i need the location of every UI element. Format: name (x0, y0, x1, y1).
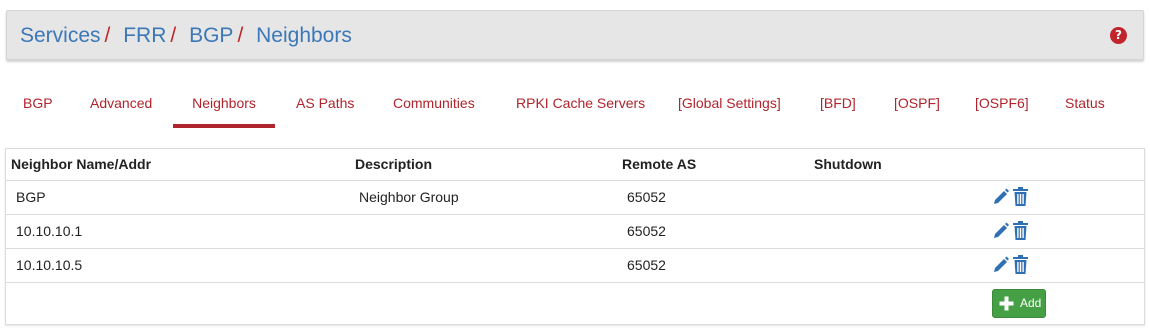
breadcrumb-separator: / (104, 24, 111, 47)
tab-advanced[interactable]: Advanced (90, 84, 152, 128)
breadcrumb: Services / FRR / BGP / Neighbors (20, 23, 352, 49)
table-row: 10.10.10.5 65052 (6, 248, 1144, 282)
tab-status[interactable]: Status (1065, 84, 1105, 128)
column-header-shutdown[interactable]: Shutdown (814, 149, 882, 179)
trash-icon[interactable] (1012, 255, 1029, 275)
tab-bfd[interactable]: [BFD] (820, 84, 856, 128)
question-circle-icon[interactable]: ? (1110, 27, 1127, 44)
tab-ospf6[interactable]: [OSPF6] (975, 84, 1029, 128)
row-actions (992, 255, 1029, 275)
trash-icon[interactable] (1012, 187, 1029, 207)
tab-neighbors[interactable]: Neighbors (173, 84, 275, 128)
column-header-description[interactable]: Description (355, 149, 432, 179)
neighbor-name: 10.10.10.5 (16, 257, 83, 273)
neighbor-remote-as: 65052 (627, 257, 666, 273)
column-header-neighbor[interactable]: Neighbor Name/Addr (11, 149, 151, 179)
neighbor-remote-as: 65052 (627, 223, 666, 239)
plus-icon (999, 296, 1014, 311)
breadcrumb-frr[interactable]: FRR (123, 24, 166, 47)
breadcrumb-bgp[interactable]: BGP (189, 24, 233, 47)
tab-communities[interactable]: Communities (393, 84, 475, 128)
neighbor-name: BGP (16, 189, 46, 205)
neighbors-table: Neighbor Name/Addr Description Remote AS… (5, 148, 1145, 325)
table-header-row: Neighbor Name/Addr Description Remote AS… (6, 149, 1144, 181)
neighbor-name: 10.10.10.1 (16, 223, 83, 239)
table-row: 10.10.10.1 65052 (6, 214, 1144, 248)
breadcrumb-services[interactable]: Services (20, 24, 101, 47)
add-neighbor-button[interactable]: Add (992, 289, 1046, 318)
tab-bgp[interactable]: BGP (23, 84, 53, 128)
trash-icon[interactable] (1012, 221, 1029, 241)
neighbor-description: Neighbor Group (359, 189, 459, 205)
pencil-icon[interactable] (992, 221, 1009, 241)
add-button-label: Add (1020, 296, 1042, 310)
table-footer-row: Add (6, 282, 1144, 325)
breadcrumb-separator: / (170, 24, 177, 47)
pencil-icon[interactable] (992, 255, 1009, 275)
tab-ospf[interactable]: [OSPF] (894, 84, 940, 128)
breadcrumb-neighbors[interactable]: Neighbors (256, 24, 352, 47)
page-header: Services / FRR / BGP / Neighbors ? (6, 10, 1144, 60)
row-actions (992, 187, 1029, 207)
tab-global-settings[interactable]: [Global Settings] (678, 84, 781, 128)
tab-as-paths[interactable]: AS Paths (296, 84, 354, 128)
tab-bar: BGP Advanced Neighbors AS Paths Communit… (0, 84, 1150, 128)
column-header-remote-as[interactable]: Remote AS (622, 149, 696, 179)
breadcrumb-separator: / (237, 24, 244, 47)
row-actions (992, 221, 1029, 241)
pencil-icon[interactable] (992, 187, 1009, 207)
table-row: BGP Neighbor Group 65052 (6, 180, 1144, 214)
neighbor-remote-as: 65052 (627, 189, 666, 205)
tab-rpki-cache-servers[interactable]: RPKI Cache Servers (516, 84, 645, 128)
